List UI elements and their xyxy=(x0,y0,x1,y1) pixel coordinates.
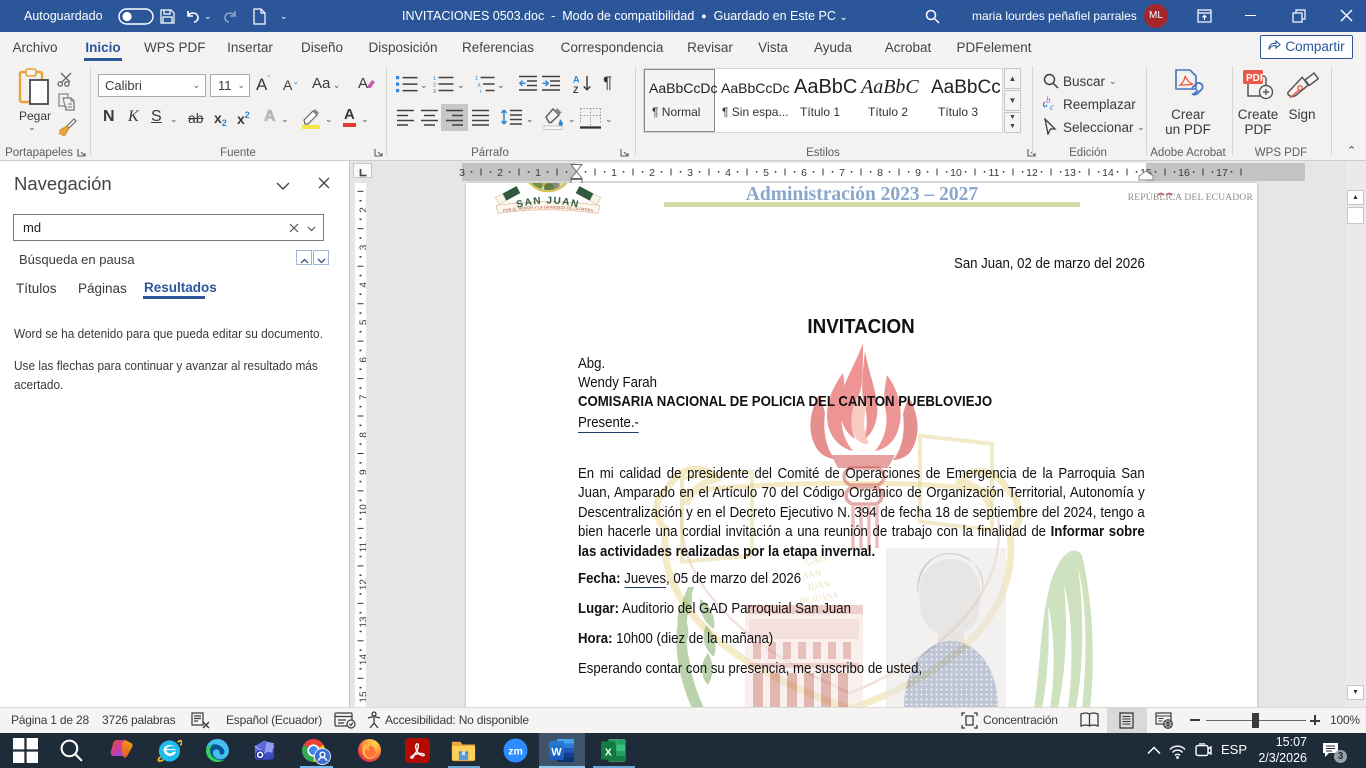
svg-text:10: 10 xyxy=(950,167,962,179)
svg-text:3: 3 xyxy=(359,244,366,250)
svg-text:6: 6 xyxy=(801,167,807,179)
svg-text:A: A xyxy=(573,75,580,85)
svg-text:11: 11 xyxy=(989,167,1000,179)
svg-text:X: X xyxy=(605,746,612,758)
svg-text:8: 8 xyxy=(359,432,366,438)
svg-text:1: 1 xyxy=(475,76,478,82)
svg-text:7: 7 xyxy=(359,394,366,400)
svg-text:16: 16 xyxy=(1178,167,1190,179)
svg-text:5: 5 xyxy=(763,167,769,179)
svg-text:2: 2 xyxy=(649,167,655,179)
svg-text:7: 7 xyxy=(839,167,845,179)
svg-text:5: 5 xyxy=(359,319,366,325)
svg-text:9: 9 xyxy=(915,167,921,179)
svg-text:c: c xyxy=(1050,102,1054,112)
svg-text:a: a xyxy=(478,83,482,89)
svg-text:17: 17 xyxy=(1216,167,1228,179)
svg-text:14: 14 xyxy=(1102,167,1114,179)
svg-text:1: 1 xyxy=(611,167,617,179)
svg-text:Z: Z xyxy=(573,85,579,94)
svg-text:4: 4 xyxy=(359,282,366,288)
svg-text:PDF: PDF xyxy=(1246,73,1266,84)
svg-text:3: 3 xyxy=(459,167,465,179)
svg-text:13: 13 xyxy=(1064,167,1076,179)
svg-text:2: 2 xyxy=(433,83,436,89)
svg-text:2: 2 xyxy=(359,207,366,213)
svg-text:1: 1 xyxy=(433,76,436,82)
svg-text:12: 12 xyxy=(1026,167,1038,179)
svg-text:4: 4 xyxy=(725,167,731,179)
svg-text:3: 3 xyxy=(433,89,436,93)
svg-text:9: 9 xyxy=(359,469,366,475)
svg-text:14: 14 xyxy=(359,654,366,666)
svg-text:12: 12 xyxy=(359,579,366,591)
svg-text:3: 3 xyxy=(687,167,693,179)
svg-text:W: W xyxy=(551,747,562,759)
svg-text:6: 6 xyxy=(359,357,366,363)
svg-text:8: 8 xyxy=(877,167,883,179)
svg-text:2: 2 xyxy=(497,167,503,179)
svg-text:zm: zm xyxy=(508,746,523,758)
svg-text:i: i xyxy=(480,89,481,93)
svg-text:1: 1 xyxy=(535,167,541,179)
svg-text:10: 10 xyxy=(359,504,366,516)
svg-text:15: 15 xyxy=(359,691,366,703)
svg-text:11: 11 xyxy=(359,541,366,552)
svg-text:13: 13 xyxy=(359,616,366,628)
